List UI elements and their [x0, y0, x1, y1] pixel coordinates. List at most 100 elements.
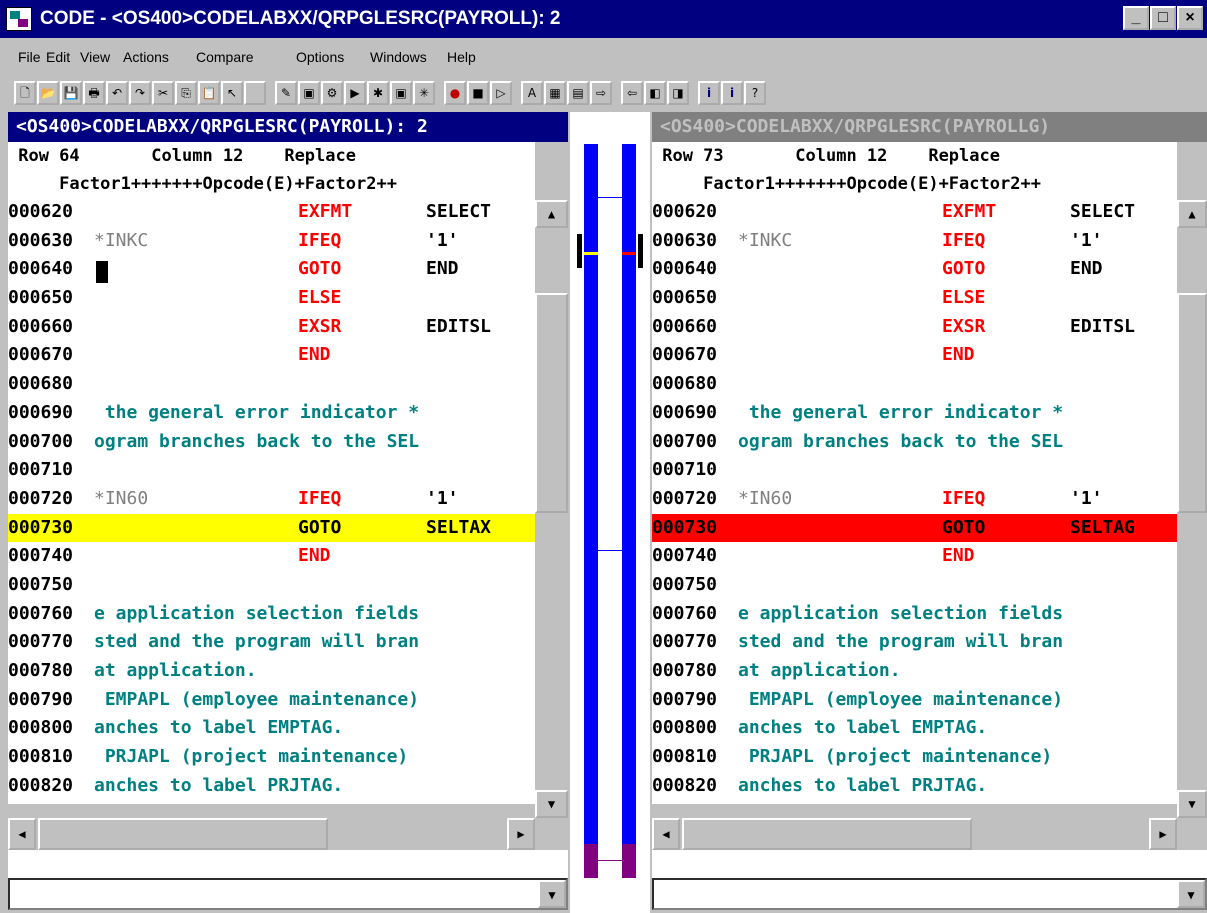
stop-icon[interactable]: ■	[467, 81, 489, 105]
code-line[interactable]: 000660 EXSR EDITSL	[8, 313, 535, 342]
right-pane-header[interactable]: <OS400>CODELABXX/QRPGLESRC(PAYROLLG)	[652, 112, 1207, 142]
code-line[interactable]: 000720 *IN60 IFEQ '1'	[652, 485, 1177, 514]
code-line[interactable]: 000680	[8, 370, 535, 399]
left-pane-header[interactable]: <OS400>CODELABXX/QRPGLESRC(PAYROLL): 2	[8, 112, 568, 142]
code-line[interactable]: 000670 END	[652, 341, 1177, 370]
code-line[interactable]: 000760 e application selection fields	[652, 600, 1177, 629]
cut-icon[interactable]: ✂	[152, 81, 174, 105]
code-line[interactable]: 000730 GOTO SELTAG	[652, 513, 1177, 543]
right-horizontal-scrollbar[interactable]: ◀ ▶	[652, 818, 1177, 850]
code-line[interactable]: 000810 PRJAPL (project maintenance)	[8, 743, 535, 772]
scroll-left-button[interactable]: ◀	[8, 818, 36, 850]
code-line[interactable]: 000800 anches to label EMPTAG.	[652, 714, 1177, 743]
right-command-line[interactable]: ▼	[652, 878, 1207, 910]
menu-actions[interactable]: Actions	[123, 49, 169, 65]
copy-icon[interactable]: ⎘	[175, 81, 197, 105]
import-icon[interactable]: ⇦	[621, 81, 643, 105]
code-line[interactable]: 000770 sted and the program will bran	[8, 628, 535, 657]
minimize-button[interactable]: _	[1123, 6, 1149, 30]
scroll-thumb[interactable]	[535, 293, 568, 513]
paste-icon[interactable]: 📋	[198, 81, 220, 105]
dropdown-arrow-icon[interactable]: ▼	[1177, 880, 1205, 908]
left-vertical-scrollbar[interactable]: ▲ ▼	[535, 198, 568, 818]
scroll-right-button[interactable]: ▶	[1149, 818, 1177, 850]
right-vertical-scrollbar[interactable]: ▲ ▼	[1177, 198, 1207, 818]
menu-compare[interactable]: Compare	[196, 49, 254, 65]
run-icon[interactable]: ▶	[344, 81, 366, 105]
redo-icon[interactable]: ↷	[129, 81, 151, 105]
left-command-line[interactable]: ▼	[8, 878, 568, 910]
code-line[interactable]: 000780 at application.	[652, 657, 1177, 686]
title-bar[interactable]: CODE - <OS400>CODELABXX/QRPGLESRC(PAYROL…	[0, 0, 1207, 38]
scroll-up-button[interactable]: ▲	[1177, 200, 1207, 228]
menu-windows[interactable]: Windows	[370, 49, 427, 65]
window-icon[interactable]: ▣	[298, 81, 320, 105]
code-line[interactable]: 000730 GOTO SELTAX	[8, 513, 535, 543]
hscroll-thumb[interactable]	[682, 818, 972, 850]
menu-options[interactable]: Options	[296, 49, 344, 65]
hscroll-thumb[interactable]	[38, 818, 328, 850]
code-line[interactable]: 000740 END	[8, 542, 535, 571]
aa-icon[interactable]: A	[521, 81, 543, 105]
play-icon[interactable]: ▷	[490, 81, 512, 105]
forward-icon[interactable]: ◨	[667, 81, 689, 105]
code-line[interactable]: 000640 GOTO END	[8, 255, 535, 284]
right-code-editor[interactable]: 000620 EXFMT SELECT 000630 *INKC IFEQ '1' 00064…	[652, 198, 1177, 804]
debug-icon[interactable]: ✱	[367, 81, 389, 105]
code-line[interactable]: 000710	[652, 456, 1177, 485]
build-icon[interactable]: ⚙	[321, 81, 343, 105]
code-line[interactable]: 000690 the general error indicator *	[652, 399, 1177, 428]
close-button[interactable]: ×	[1177, 6, 1203, 30]
diff-overview[interactable]	[570, 112, 650, 913]
layout-icon[interactable]: ▤	[567, 81, 589, 105]
maximize-button[interactable]: □	[1150, 6, 1176, 30]
app-icon[interactable]	[6, 7, 32, 31]
code-line[interactable]: 000820 anches to label PRJTAG.	[652, 772, 1177, 801]
new-file-icon[interactable]: 🗋	[14, 81, 36, 105]
code-line[interactable]: 000750	[8, 571, 535, 600]
code-line[interactable]: 000820 anches to label PRJTAG.	[8, 772, 535, 801]
code-line[interactable]: 000810 PRJAPL (project maintenance)	[652, 743, 1177, 772]
left-horizontal-scrollbar[interactable]: ◀ ▶	[8, 818, 535, 850]
scroll-up-button[interactable]: ▲	[535, 200, 568, 228]
code-line[interactable]: 000620 EXFMT SELECT	[652, 198, 1177, 227]
menu-file[interactable]: File	[18, 49, 41, 65]
export-icon[interactable]: ⇨	[590, 81, 612, 105]
code-line[interactable]: 000790 EMPAPL (employee maintenance)	[652, 686, 1177, 715]
code-line[interactable]: 000720 *IN60 IFEQ '1'	[8, 485, 535, 514]
code-line[interactable]: 000790 EMPAPL (employee maintenance)	[8, 686, 535, 715]
print-icon[interactable]: 🖶	[83, 81, 105, 105]
open-folder-icon[interactable]: 📂	[37, 81, 59, 105]
dropdown-arrow-icon[interactable]: ▼	[538, 880, 566, 908]
back-icon[interactable]: ◧	[644, 81, 666, 105]
undo-icon[interactable]: ↶	[106, 81, 128, 105]
select-icon[interactable]: ↖	[221, 81, 243, 105]
blank-icon[interactable]	[244, 81, 266, 105]
record-icon[interactable]: ●	[444, 81, 466, 105]
grid-icon[interactable]: ▦	[544, 81, 566, 105]
menu-view[interactable]: View	[80, 49, 110, 65]
code-line[interactable]: 000630 *INKC IFEQ '1'	[652, 227, 1177, 256]
code-line[interactable]: 000750	[652, 571, 1177, 600]
code-line[interactable]: 000710	[8, 456, 535, 485]
code-line[interactable]: 000670 END	[8, 341, 535, 370]
bug-icon[interactable]: ✳	[413, 81, 435, 105]
help-book-icon[interactable]: ?	[744, 81, 766, 105]
scroll-thumb[interactable]	[1177, 293, 1207, 513]
code-line[interactable]: 000690 the general error indicator *	[8, 399, 535, 428]
info-icon[interactable]: i	[698, 81, 720, 105]
scroll-right-button[interactable]: ▶	[507, 818, 535, 850]
code-line[interactable]: 000700 ogram branches back to the SEL	[652, 428, 1177, 457]
code-line[interactable]: 000780 at application.	[8, 657, 535, 686]
menu-edit[interactable]: Edit	[46, 49, 70, 65]
code-line[interactable]: 000660 EXSR EDITSL	[652, 313, 1177, 342]
code-line[interactable]: 000740 END	[652, 542, 1177, 571]
scroll-down-button[interactable]: ▼	[535, 790, 568, 818]
code-line[interactable]: 000650 ELSE	[8, 284, 535, 313]
left-code-editor[interactable]: 000620 EXFMT SELECT 000630 *INKC IFEQ '1' 00064…	[8, 198, 535, 804]
tag-icon[interactable]: ✎	[275, 81, 297, 105]
scroll-left-button[interactable]: ◀	[652, 818, 680, 850]
code-line[interactable]: 000650 ELSE	[652, 284, 1177, 313]
code-line[interactable]: 000800 anches to label EMPTAG.	[8, 714, 535, 743]
save-icon[interactable]: 💾	[60, 81, 82, 105]
